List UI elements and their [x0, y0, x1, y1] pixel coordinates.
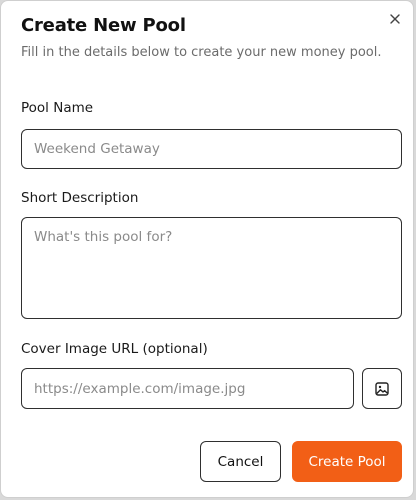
create-pool-dialog: Create New Pool Fill in the details belo… [0, 0, 414, 498]
pool-name-label: Pool Name [21, 100, 94, 116]
dialog-subtitle: Fill in the details below to create your… [21, 45, 382, 60]
cancel-button[interactable]: Cancel [200, 441, 281, 482]
image-picker-button[interactable] [362, 368, 402, 409]
close-button[interactable] [386, 10, 404, 28]
dialog-title: Create New Pool [21, 15, 186, 36]
short-description-label: Short Description [21, 190, 139, 206]
short-description-textarea[interactable] [21, 217, 402, 319]
close-icon [390, 14, 400, 24]
create-pool-button[interactable]: Create Pool [292, 441, 402, 482]
cover-image-url-input[interactable] [21, 368, 354, 409]
cover-image-url-label: Cover Image URL (optional) [21, 341, 208, 357]
pool-name-input[interactable] [21, 129, 402, 169]
image-icon [375, 381, 389, 396]
